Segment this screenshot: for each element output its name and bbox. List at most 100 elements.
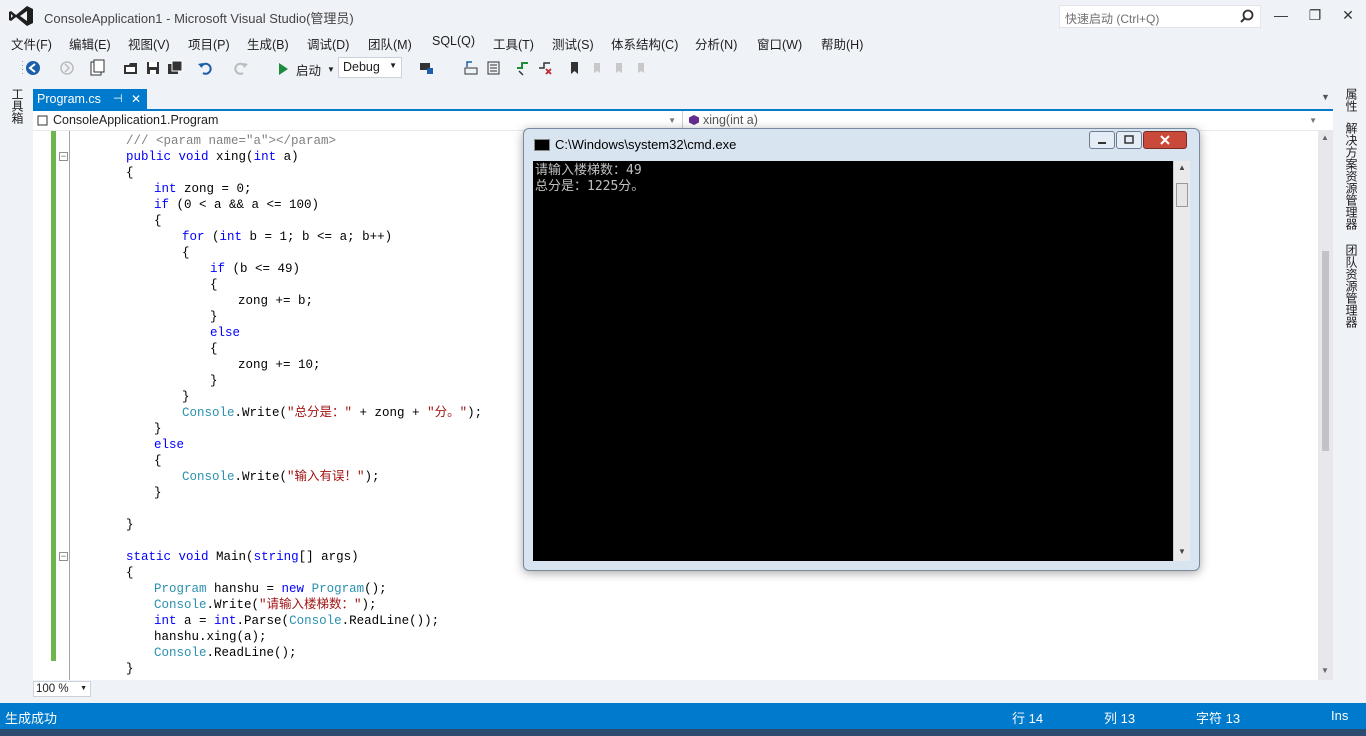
start-label: 启动	[296, 63, 322, 78]
status-column: 列 13	[1104, 711, 1136, 726]
console-title: C:\Windows\system32\cmd.exe	[555, 137, 737, 152]
uncomment-icon[interactable]	[536, 59, 554, 77]
menu-team[interactable]: 团队(M)	[368, 34, 412, 53]
code-token: int	[253, 150, 277, 164]
code-line: {	[154, 453, 162, 469]
new-project-icon[interactable]	[88, 59, 106, 77]
prev-bookmark-icon[interactable]	[588, 59, 606, 77]
right-tool-strip: 属性 解决方案资源管理器 团队资源管理器	[1336, 86, 1366, 698]
step-icon[interactable]	[462, 59, 480, 77]
menu-window[interactable]: 窗口(W)	[757, 34, 802, 53]
console-window[interactable]: C:\Windows\system32\cmd.exe 请输入楼梯数：49 总分…	[523, 128, 1200, 571]
zoom-select[interactable]: 100 % ▼	[33, 681, 91, 697]
menu-architecture[interactable]: 体系结构(C)	[611, 34, 678, 53]
close-button[interactable]: ✕	[1333, 4, 1363, 26]
undo-icon[interactable]	[196, 59, 214, 77]
menu-tools[interactable]: 工具(T)	[493, 34, 534, 53]
quick-launch-input[interactable]: 快速启动 (Ctrl+Q)	[1059, 5, 1261, 28]
scrollbar-thumb[interactable]	[1176, 183, 1188, 207]
code-token: Console	[182, 406, 235, 420]
code-token: );	[361, 598, 377, 612]
status-char: 字符 13	[1196, 711, 1241, 726]
code-token: {	[154, 454, 162, 468]
solution-explorer-tab[interactable]: 解决方案资源管理器	[1343, 122, 1360, 230]
window-title: ConsoleApplication1 - Microsoft Visual S…	[44, 11, 354, 26]
code-token: int	[154, 614, 177, 628]
menu-test[interactable]: 测试(S)	[552, 34, 594, 53]
menu-sql[interactable]: SQL(Q)	[432, 34, 475, 48]
next-bookmark-icon[interactable]	[610, 59, 628, 77]
start-debugging-button[interactable]: 启动 ▼	[276, 59, 335, 79]
editor-vertical-scrollbar[interactable]: ▲ ▼	[1318, 131, 1333, 680]
comment-icon[interactable]	[514, 59, 532, 77]
code-line: }	[210, 309, 218, 325]
scroll-down-icon[interactable]: ▼	[1321, 666, 1329, 675]
pin-icon[interactable]: ⊣	[113, 92, 123, 105]
code-line: }	[126, 517, 134, 533]
console-close-button[interactable]	[1143, 131, 1187, 149]
open-file-icon[interactable]	[122, 59, 140, 77]
navigate-forward-icon[interactable]	[58, 59, 76, 77]
code-token: hanshu.xing(a);	[154, 630, 267, 644]
solution-view-icon[interactable]	[484, 59, 502, 77]
code-line: zong += 10;	[238, 357, 321, 373]
menu-build[interactable]: 生成(B)	[247, 34, 289, 53]
collapse-icon[interactable]: −	[59, 552, 68, 561]
code-line: Console.Write("输入有误！");	[182, 469, 380, 485]
scroll-down-icon[interactable]: ▼	[1178, 547, 1186, 556]
code-token: if	[154, 198, 170, 212]
code-token: Main(	[208, 550, 254, 564]
attach-icon[interactable]	[418, 59, 436, 77]
code-token: }	[210, 310, 218, 324]
menu-help[interactable]: 帮助(H)	[821, 34, 863, 53]
console-scrollbar[interactable]: ▲ ▼	[1173, 161, 1190, 561]
code-token: int	[154, 182, 177, 196]
console-maximize-button[interactable]	[1116, 131, 1142, 149]
scroll-up-icon[interactable]: ▲	[1321, 133, 1329, 142]
code-line: static void Main(string[] args)	[126, 549, 359, 565]
code-line: int a = int.Parse(Console.ReadLine());	[154, 613, 439, 629]
code-token: {	[154, 214, 162, 228]
properties-tab[interactable]: 属性	[1343, 88, 1360, 112]
tab-overflow-icon[interactable]: ▼	[1321, 92, 1330, 102]
code-line: /// <param name="a"></param>	[126, 133, 336, 149]
code-token: {	[210, 342, 218, 356]
solution-configuration-select[interactable]: Debug ▼	[338, 57, 402, 78]
save-all-icon[interactable]	[166, 59, 184, 77]
scrollbar-thumb[interactable]	[1322, 251, 1329, 451]
toolbox-tab[interactable]: 工具箱	[9, 88, 26, 124]
code-token: a)	[276, 150, 299, 164]
code-token: else	[210, 326, 241, 340]
code-token: "输入有误！"	[287, 470, 365, 484]
team-explorer-tab[interactable]: 团队资源管理器	[1343, 244, 1360, 328]
start-dropdown-icon[interactable]: ▼	[327, 65, 335, 74]
menu-file[interactable]: 文件(F)	[11, 34, 52, 53]
collapse-icon[interactable]: −	[59, 152, 68, 161]
code-line: }	[154, 421, 162, 437]
minimize-button[interactable]: —	[1266, 4, 1296, 26]
clear-bookmarks-icon[interactable]	[632, 59, 650, 77]
code-line: {	[182, 245, 190, 261]
redo-icon[interactable]	[232, 59, 250, 77]
restore-button[interactable]: ❐	[1300, 4, 1330, 26]
code-token: new	[281, 582, 305, 596]
menu-debug[interactable]: 调试(D)	[307, 34, 349, 53]
code-token: .Write(	[206, 598, 260, 612]
code-token: "请输入楼梯数："	[259, 598, 362, 612]
method-icon	[688, 114, 700, 126]
save-icon[interactable]	[144, 59, 162, 77]
menu-project[interactable]: 项目(P)	[188, 34, 230, 53]
navigate-back-icon[interactable]	[24, 59, 42, 77]
code-token: zong += 10;	[238, 358, 321, 372]
search-icon[interactable]	[1238, 8, 1256, 26]
scroll-up-icon[interactable]: ▲	[1178, 163, 1186, 172]
console-minimize-button[interactable]	[1089, 131, 1115, 149]
bookmark-icon[interactable]	[566, 59, 584, 77]
code-token: void	[178, 550, 209, 564]
menu-analyze[interactable]: 分析(N)	[695, 34, 737, 53]
menu-edit[interactable]: 编辑(E)	[69, 34, 111, 53]
menu-view[interactable]: 视图(V)	[128, 34, 170, 53]
code-token: + zong +	[352, 406, 428, 420]
tab-program-cs[interactable]: Program.cs ⊣ ✕	[33, 89, 147, 110]
close-tab-icon[interactable]: ✕	[131, 92, 141, 106]
